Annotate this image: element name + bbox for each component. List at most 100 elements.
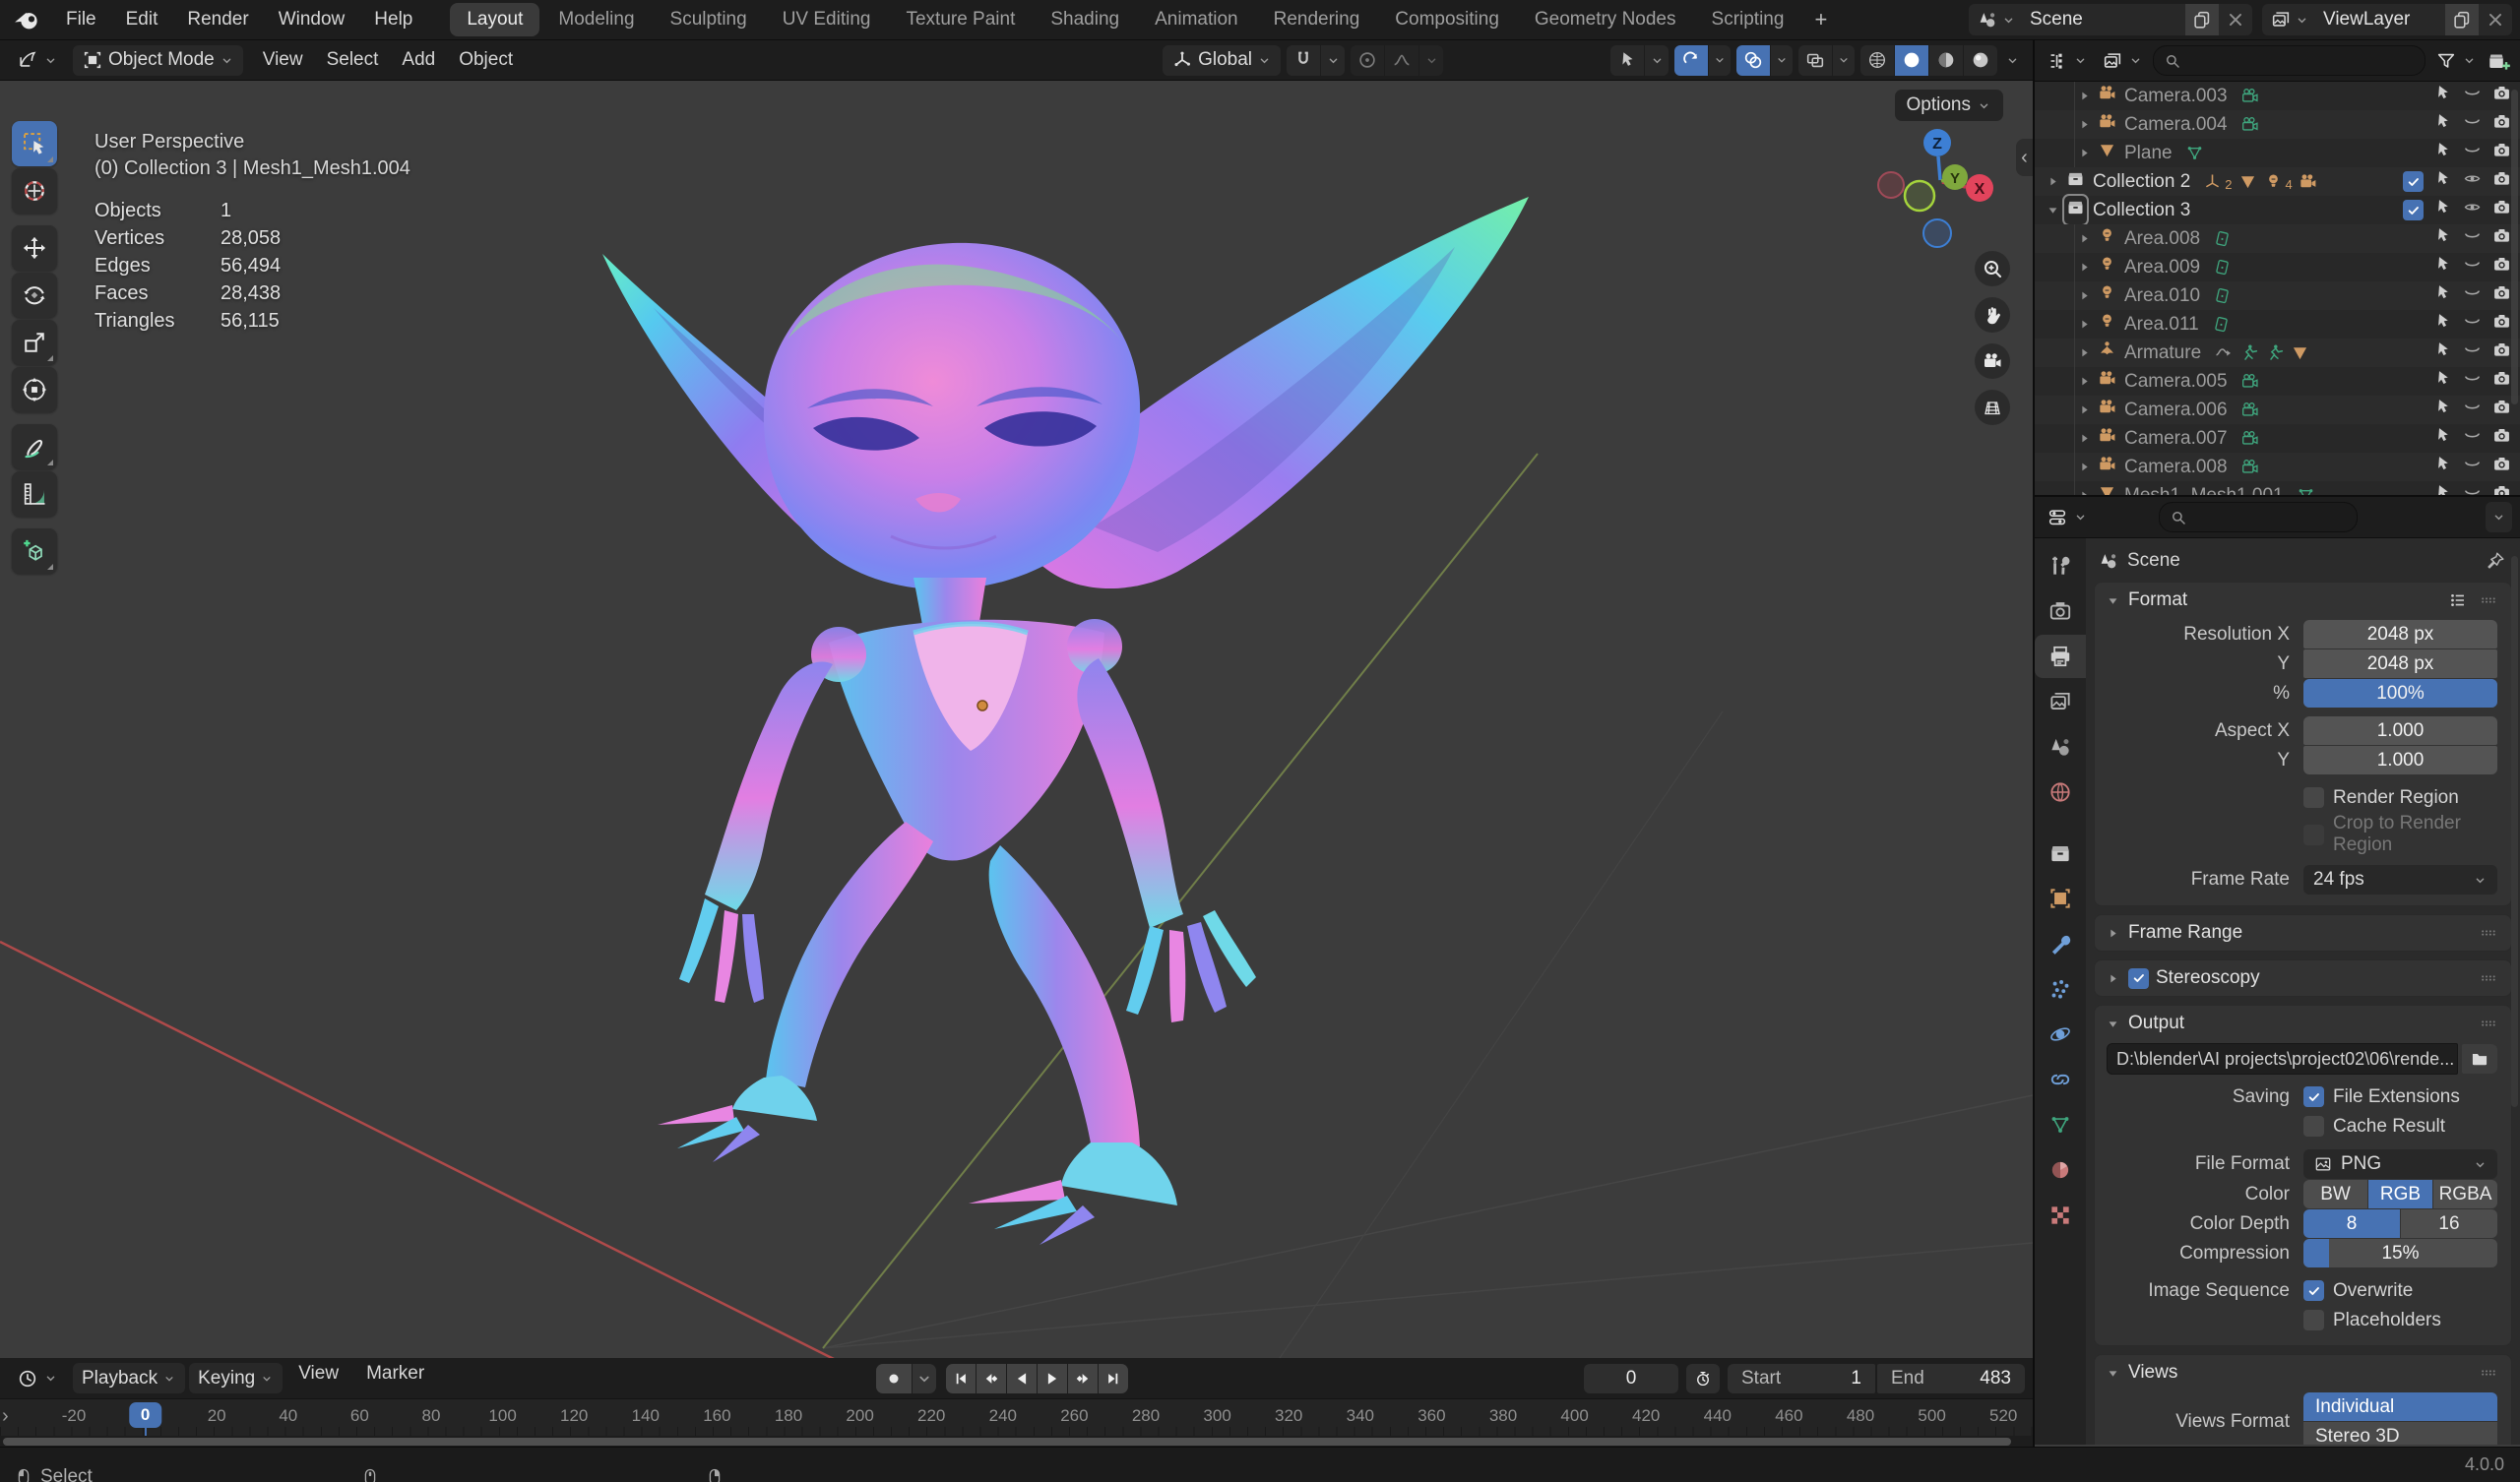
visibility-dropdown[interactable] (1610, 44, 1669, 76)
checkbox-crop-to-render-region[interactable] (2303, 824, 2324, 845)
option-rgb[interactable]: RGB (2368, 1180, 2432, 1208)
shade-rendered-button[interactable] (1964, 44, 1997, 76)
slider-field[interactable]: 100% (2303, 679, 2497, 708)
caret-right-icon[interactable] (2076, 259, 2093, 276)
timeline-keying-dropdown[interactable]: Keying (189, 1363, 284, 1393)
menu-render[interactable]: Render (172, 9, 263, 30)
caret-right-icon[interactable] (2076, 116, 2093, 133)
tab-world[interactable] (2035, 771, 2086, 814)
navigation-gizmo[interactable]: Z Y X (1868, 119, 2016, 273)
hide-render-toggle[interactable] (2491, 282, 2512, 309)
gizmo-y-label[interactable]: Y (1950, 170, 1960, 187)
outliner-editor-type-button[interactable] (2043, 45, 2092, 76)
tool-scale-button[interactable] (12, 320, 57, 365)
outliner-row[interactable]: Camera.005 (2035, 367, 2520, 396)
gizmo-x-label[interactable]: X (1975, 181, 1985, 198)
outliner-row[interactable]: Collection 224 (2035, 167, 2520, 196)
use-preview-range-button[interactable] (1686, 1363, 1720, 1393)
hide-viewport-toggle[interactable] (2462, 111, 2483, 138)
timeline-expand-arrow[interactable]: › (2, 1405, 9, 1428)
slider-field[interactable]: 15% (2303, 1239, 2497, 1267)
caret-right-icon[interactable] (2076, 287, 2093, 304)
workspace-tab-layout[interactable]: Layout (450, 3, 540, 36)
tool-measure-button[interactable] (12, 471, 57, 517)
unlink-scene-button[interactable] (2219, 4, 2252, 35)
play-back-button[interactable] (1007, 1363, 1037, 1393)
display-mode-dropdown[interactable] (2098, 45, 2147, 76)
tab-viewlayer[interactable] (2035, 680, 2086, 723)
gizmo-toggle[interactable] (1674, 44, 1708, 76)
goblin-mesh[interactable] (602, 197, 1529, 1245)
caret-right-icon[interactable] (2076, 401, 2093, 418)
selectable-toggle[interactable] (2432, 311, 2453, 338)
outliner-row[interactable]: Camera.006 (2035, 396, 2520, 424)
caret-right-icon[interactable] (2076, 373, 2093, 390)
selectable-toggle[interactable] (2432, 111, 2453, 138)
hide-viewport-toggle[interactable] (2462, 425, 2483, 452)
option-individual[interactable]: Individual (2303, 1392, 2497, 1421)
menu-edit[interactable]: Edit (111, 9, 173, 30)
viewport-canvas[interactable]: User Perspective (0) Collection 3 | Mesh… (0, 82, 2033, 1358)
caret-right-icon[interactable] (2076, 145, 2093, 161)
outliner-row[interactable]: Armature (2035, 339, 2520, 367)
jump-end-button[interactable] (1099, 1363, 1128, 1393)
option-8[interactable]: 8 (2303, 1209, 2400, 1238)
option-bw[interactable]: BW (2303, 1180, 2367, 1208)
workspace-tab-animation[interactable]: Animation (1138, 3, 1255, 36)
filter-dropdown[interactable] (2431, 45, 2481, 76)
pan-button[interactable] (1975, 297, 2010, 333)
proportional-editing[interactable] (1351, 44, 1443, 76)
sidebar-collapse-arrow[interactable]: ‹ (2016, 139, 2033, 176)
option-16[interactable]: 16 (2401, 1209, 2497, 1238)
outliner-row[interactable]: Area.009 (2035, 253, 2520, 281)
prev-key-button[interactable] (976, 1363, 1006, 1393)
gizmo-z-label[interactable]: Z (1932, 136, 1942, 153)
panel-header[interactable]: Output (2095, 1006, 2511, 1041)
shade-solid-button[interactable] (1895, 44, 1928, 76)
selectable-toggle[interactable] (2432, 340, 2453, 366)
menu-window[interactable]: Window (264, 9, 360, 30)
caret-right-icon[interactable] (2076, 344, 2093, 361)
panel-checkbox[interactable] (2128, 967, 2149, 989)
checkbox-cache-result[interactable] (2303, 1116, 2324, 1137)
hide-render-toggle[interactable] (2491, 140, 2512, 166)
hide-viewport-toggle[interactable] (2462, 368, 2483, 395)
timeline-ruler[interactable]: -20 0 20 40 60 80 100 120 140 160 180 200 220 240 260 2… (0, 1399, 2033, 1436)
record-button[interactable] (876, 1363, 912, 1393)
hide-viewport-toggle[interactable] (2462, 340, 2483, 366)
caret-right-icon[interactable] (2076, 459, 2093, 475)
output-path-field[interactable]: D:\blender\AI projects\project02\06\rend… (2107, 1043, 2458, 1075)
number-field[interactable]: 1.000 (2303, 716, 2497, 745)
hide-viewport-toggle[interactable] (2462, 225, 2483, 252)
tab-tool[interactable] (2035, 544, 2086, 587)
outliner-row[interactable]: Camera.007 (2035, 424, 2520, 453)
snap-controls[interactable] (1287, 44, 1345, 76)
hide-viewport-toggle[interactable] (2462, 168, 2483, 195)
jump-start-button[interactable] (946, 1363, 976, 1393)
hide-render-toggle[interactable] (2491, 168, 2512, 195)
caret-right-icon[interactable] (2045, 173, 2061, 190)
menu-help[interactable]: Help (359, 9, 427, 30)
panel-header[interactable]: Views (2095, 1355, 2511, 1390)
panel-header[interactable]: Format (2095, 583, 2511, 618)
tool-cursor-button[interactable] (12, 168, 57, 214)
selectable-toggle[interactable] (2432, 368, 2453, 395)
workspace-tab-scripting[interactable]: Scripting (1695, 3, 1801, 36)
gizmo-minus-x[interactable] (1877, 171, 1905, 199)
outliner-row[interactable]: Camera.003 (2035, 82, 2520, 110)
checkbox-overwrite[interactable] (2303, 1280, 2324, 1301)
hide-render-toggle[interactable] (2491, 340, 2512, 366)
number-field[interactable]: 2048 px (2303, 620, 2497, 648)
remove-viewlayer-button[interactable] (2479, 4, 2512, 35)
new-viewlayer-button[interactable] (2445, 4, 2479, 35)
hide-render-toggle[interactable] (2491, 83, 2512, 109)
hide-viewport-toggle[interactable] (2462, 197, 2483, 223)
mode-selector[interactable]: Object Mode (73, 44, 243, 76)
outliner-row[interactable]: Collection 3 (2035, 194, 2520, 226)
workspace-tab-modeling[interactable]: Modeling (541, 3, 651, 36)
tab-physics[interactable] (2035, 1013, 2086, 1056)
timeline-editor-type-button[interactable] (8, 1363, 67, 1393)
xray-dropdown[interactable] (1833, 44, 1855, 76)
tool-move-button[interactable] (12, 225, 57, 271)
selectable-toggle[interactable] (2432, 197, 2453, 223)
